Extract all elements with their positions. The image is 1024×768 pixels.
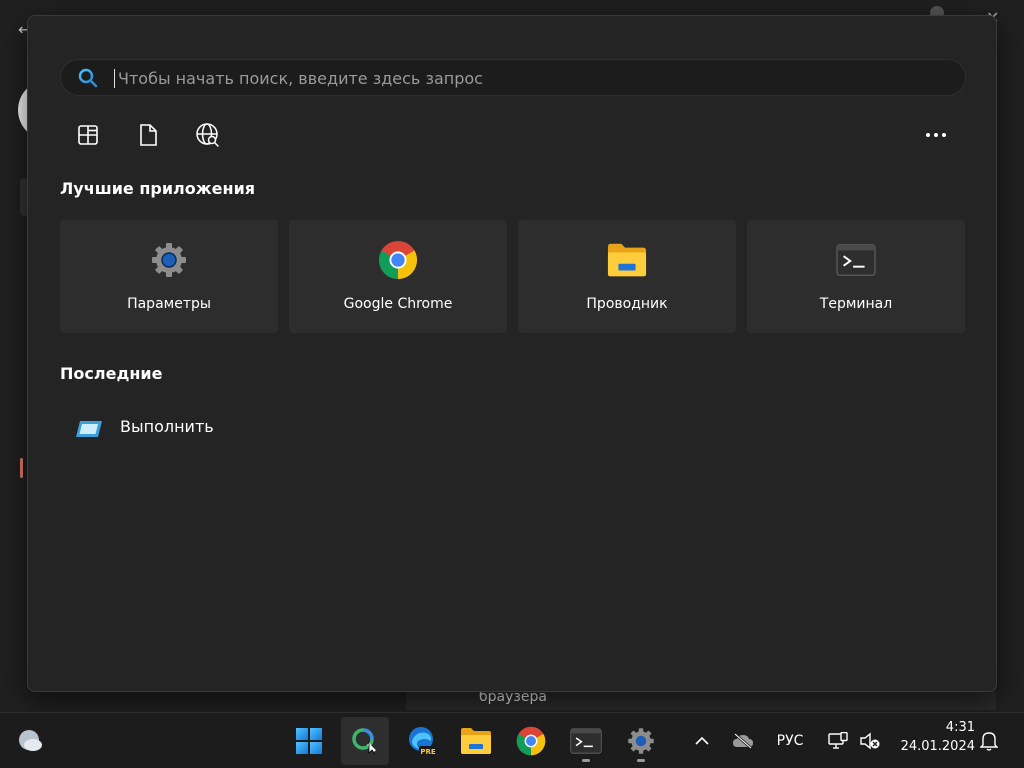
clock[interactable]: 4:31 24.01.2024: [893, 718, 975, 756]
web-search-icon[interactable]: [194, 121, 222, 149]
network-icon[interactable]: [826, 729, 850, 753]
notification-bell-icon[interactable]: [978, 729, 1000, 753]
start-button[interactable]: [285, 717, 333, 765]
volume-muted-icon[interactable]: [857, 729, 883, 753]
cloud-offline-icon[interactable]: [730, 729, 756, 753]
app-tile-settings[interactable]: Параметры: [60, 220, 278, 333]
terminal-taskbar-icon[interactable]: [562, 717, 610, 765]
more-options-icon[interactable]: [921, 124, 951, 146]
app-tile-terminal[interactable]: Терминал: [747, 220, 965, 333]
running-indicator: [637, 759, 645, 762]
clock-time: 4:31: [945, 720, 975, 735]
weather-widget-icon[interactable]: [6, 717, 54, 765]
app-tile-label: Параметры: [127, 296, 211, 312]
running-indicator: [582, 759, 590, 762]
apps-icon[interactable]: [74, 121, 102, 149]
selection-indicator: [20, 458, 23, 478]
recent-item-label: Выполнить: [120, 417, 214, 436]
settings-taskbar-icon[interactable]: [617, 717, 665, 765]
app-tile-explorer[interactable]: Проводник: [518, 220, 736, 333]
taskbar: PRE РУС 4:31 24.01.2024: [0, 712, 1024, 768]
top-apps-heading: Лучшие приложения: [60, 179, 256, 198]
search-box[interactable]: [60, 59, 966, 96]
run-dialog-icon: [76, 419, 104, 443]
edge-preview-icon[interactable]: PRE: [398, 717, 446, 765]
chrome-taskbar-icon[interactable]: [507, 717, 555, 765]
search-input[interactable]: [116, 64, 936, 92]
recent-heading: Последние: [60, 364, 163, 383]
text-caret: [114, 69, 115, 88]
language-indicator[interactable]: РУС: [772, 729, 808, 753]
edge-badge-label: PRE: [420, 748, 436, 756]
recent-item-run[interactable]: Выполнить: [72, 411, 372, 447]
app-tile-chrome[interactable]: Google Chrome: [289, 220, 507, 333]
search-taskbar-button[interactable]: [341, 717, 389, 765]
search-icon: [78, 68, 98, 92]
app-tile-label: Проводник: [586, 296, 668, 312]
app-tile-label: Терминал: [819, 296, 893, 312]
search-flyout: Лучшие приложения Параметры: [27, 15, 997, 692]
settings-gear-icon: [149, 240, 189, 280]
terminal-icon: [836, 240, 876, 280]
file-explorer-icon: [607, 240, 647, 280]
document-icon[interactable]: [134, 121, 162, 149]
clock-date: 24.01.2024: [900, 739, 975, 754]
chrome-icon: [378, 240, 418, 280]
app-tile-label: Google Chrome: [343, 296, 453, 312]
file-explorer-taskbar-icon[interactable]: [452, 717, 500, 765]
chevron-up-icon[interactable]: [690, 729, 714, 753]
